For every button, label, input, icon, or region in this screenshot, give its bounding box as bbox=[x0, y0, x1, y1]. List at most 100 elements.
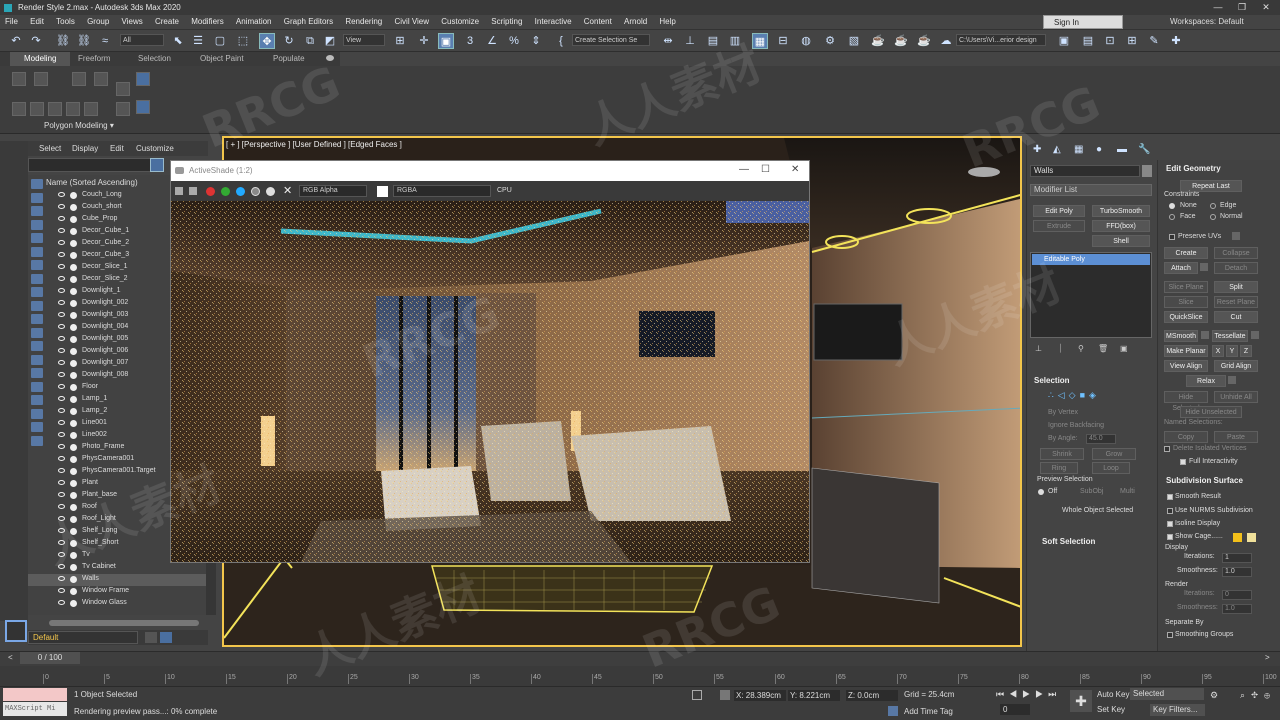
filter-icon[interactable] bbox=[31, 395, 43, 405]
ribbon-options-icon[interactable] bbox=[326, 55, 334, 61]
render-dot-icon[interactable] bbox=[70, 576, 77, 583]
render-dot-icon[interactable] bbox=[70, 288, 77, 295]
auto-key-button[interactable]: Auto Key bbox=[1097, 690, 1129, 699]
constraint-face-radio-icon[interactable] bbox=[1169, 214, 1175, 220]
render-dot-icon[interactable] bbox=[70, 540, 77, 547]
material-editor-icon[interactable]: ◍ bbox=[798, 33, 814, 49]
render-dot-icon[interactable] bbox=[70, 588, 77, 595]
ribbon-tool-icon[interactable] bbox=[84, 102, 98, 116]
slice-button[interactable]: Slice bbox=[1164, 296, 1208, 308]
layer-stack-icon[interactable] bbox=[145, 632, 157, 643]
link-icon[interactable]: ⛓ bbox=[55, 33, 71, 49]
find-icon[interactable] bbox=[31, 408, 43, 419]
workspaces-dropdown[interactable]: Workspaces: Default bbox=[1170, 17, 1244, 26]
sort-header[interactable]: Name (Sorted Ascending) bbox=[46, 178, 138, 187]
project-folder-icon[interactable]: ▣ bbox=[1056, 33, 1072, 49]
stack-item-editable-poly[interactable]: Editable Poly bbox=[1032, 254, 1150, 265]
named-selection-dropdown[interactable]: Create Selection Se bbox=[572, 34, 650, 46]
render-dot-icon[interactable] bbox=[70, 204, 77, 211]
visibility-eye-icon[interactable] bbox=[58, 324, 65, 329]
object-name-field[interactable]: Walls bbox=[1030, 165, 1140, 177]
visibility-eye-icon[interactable] bbox=[58, 504, 65, 509]
display-smoothness-spinner[interactable]: 1.0 bbox=[1222, 567, 1252, 577]
render-dot-icon[interactable] bbox=[70, 456, 77, 463]
activeshade-close-button[interactable]: ✕ bbox=[791, 164, 799, 175]
current-frame-field[interactable]: 0 bbox=[1000, 704, 1030, 715]
render-dot-icon[interactable] bbox=[70, 348, 77, 355]
lock-selection-icon[interactable] bbox=[692, 690, 702, 700]
visibility-eye-icon[interactable] bbox=[58, 396, 65, 401]
set-key-icon[interactable]: ✚ bbox=[1070, 690, 1092, 712]
cage-color-swatch[interactable] bbox=[1233, 533, 1242, 542]
smooth-result-checkbox[interactable] bbox=[1167, 494, 1173, 500]
activeshade-icon[interactable]: ☕ bbox=[916, 33, 932, 49]
show-cage-checkbox[interactable] bbox=[1167, 534, 1173, 540]
activeshade-maximize-button[interactable]: ☐ bbox=[761, 164, 770, 175]
scene-object-row[interactable]: Tv Cabinet bbox=[28, 562, 206, 574]
percent-snap-icon[interactable]: % bbox=[506, 33, 522, 49]
visibility-eye-icon[interactable] bbox=[58, 348, 65, 353]
scale-icon[interactable]: ⧉ bbox=[302, 33, 318, 49]
viewport-toggle-icon[interactable]: ▤ bbox=[1080, 33, 1096, 49]
tab-object-paint[interactable]: Object Paint bbox=[200, 54, 244, 63]
local-icon[interactable] bbox=[31, 422, 43, 432]
constraint-normal-radio-icon[interactable] bbox=[1210, 214, 1216, 220]
unlink-icon[interactable]: ⛓ bbox=[76, 33, 92, 49]
clear-icon[interactable]: ✕ bbox=[283, 184, 292, 197]
attach-button[interactable]: Attach bbox=[1164, 262, 1198, 274]
all-icon[interactable] bbox=[31, 341, 43, 351]
explorer-menu-edit[interactable]: Edit bbox=[110, 144, 124, 153]
containers-icon[interactable] bbox=[31, 300, 43, 311]
alpha-channel-icon[interactable] bbox=[251, 187, 260, 196]
menu-file[interactable]: File bbox=[0, 15, 23, 26]
visibility-eye-icon[interactable] bbox=[58, 552, 65, 557]
render-dot-icon[interactable] bbox=[70, 528, 77, 535]
preserve-uvs-checkbox[interactable] bbox=[1169, 234, 1175, 240]
by-vertex-checkbox[interactable]: By Vertex bbox=[1048, 409, 1078, 416]
preview-subobj-label[interactable]: SubObj bbox=[1080, 488, 1103, 495]
visibility-eye-icon[interactable] bbox=[58, 360, 65, 365]
curve-editor-icon[interactable]: ▦ bbox=[752, 33, 768, 49]
subdivision-surface-title[interactable]: Subdivision Surface bbox=[1166, 476, 1243, 485]
hide-unselected-button[interactable]: Hide Unselected bbox=[1180, 406, 1242, 418]
visibility-eye-icon[interactable] bbox=[58, 216, 65, 221]
render-dot-icon[interactable] bbox=[70, 480, 77, 487]
time-config-icon[interactable]: ⚙ bbox=[1210, 690, 1218, 701]
render-dot-icon[interactable] bbox=[70, 216, 77, 223]
visibility-eye-icon[interactable] bbox=[58, 600, 65, 605]
ribbon-tool-icon[interactable] bbox=[12, 102, 26, 116]
object-type-icon[interactable] bbox=[31, 179, 43, 189]
render-dot-icon[interactable] bbox=[70, 600, 77, 607]
render-setup-icon[interactable]: ⚙ bbox=[822, 33, 838, 49]
render-dot-icon[interactable] bbox=[70, 372, 77, 379]
visibility-eye-icon[interactable] bbox=[58, 300, 65, 305]
window-crossing-icon[interactable]: ⬚ bbox=[235, 33, 251, 49]
visibility-eye-icon[interactable] bbox=[58, 228, 65, 233]
render-dot-icon[interactable] bbox=[70, 240, 77, 247]
render-dot-icon[interactable] bbox=[70, 336, 77, 343]
ribbon-tool-icon[interactable] bbox=[72, 72, 86, 86]
transform-mode-icon[interactable] bbox=[720, 690, 730, 700]
filter-icon[interactable] bbox=[150, 158, 164, 172]
explorer-menu-display[interactable]: Display bbox=[72, 144, 98, 153]
maximize-button[interactable]: ❐ bbox=[1230, 0, 1254, 15]
menu-tools[interactable]: Tools bbox=[51, 15, 80, 26]
planar-z-button[interactable]: Z bbox=[1240, 345, 1252, 357]
groups-icon[interactable] bbox=[31, 260, 43, 270]
smoothing-groups-checkbox[interactable] bbox=[1167, 632, 1173, 638]
object-color-swatch[interactable] bbox=[1142, 165, 1152, 177]
ribbon-tool-icon[interactable] bbox=[34, 72, 48, 86]
attach-settings-icon[interactable] bbox=[1200, 263, 1208, 271]
use-nurms-checkbox[interactable] bbox=[1167, 508, 1173, 514]
green-channel-icon[interactable] bbox=[221, 187, 230, 196]
select-by-name-icon[interactable]: ☰ bbox=[190, 33, 206, 49]
visibility-eye-icon[interactable] bbox=[58, 576, 65, 581]
time-tag-icon[interactable] bbox=[888, 706, 898, 716]
bind-spacewarp-icon[interactable]: ≈ bbox=[97, 33, 113, 49]
bones-icon[interactable] bbox=[31, 287, 43, 297]
ribbon-vertical-icon[interactable] bbox=[136, 100, 150, 114]
reference-coordinate-dropdown[interactable]: View bbox=[343, 34, 385, 46]
msmooth-button[interactable]: MSmooth bbox=[1164, 330, 1198, 342]
cut-button[interactable]: Cut bbox=[1214, 311, 1258, 323]
visibility-eye-icon[interactable] bbox=[58, 492, 65, 497]
